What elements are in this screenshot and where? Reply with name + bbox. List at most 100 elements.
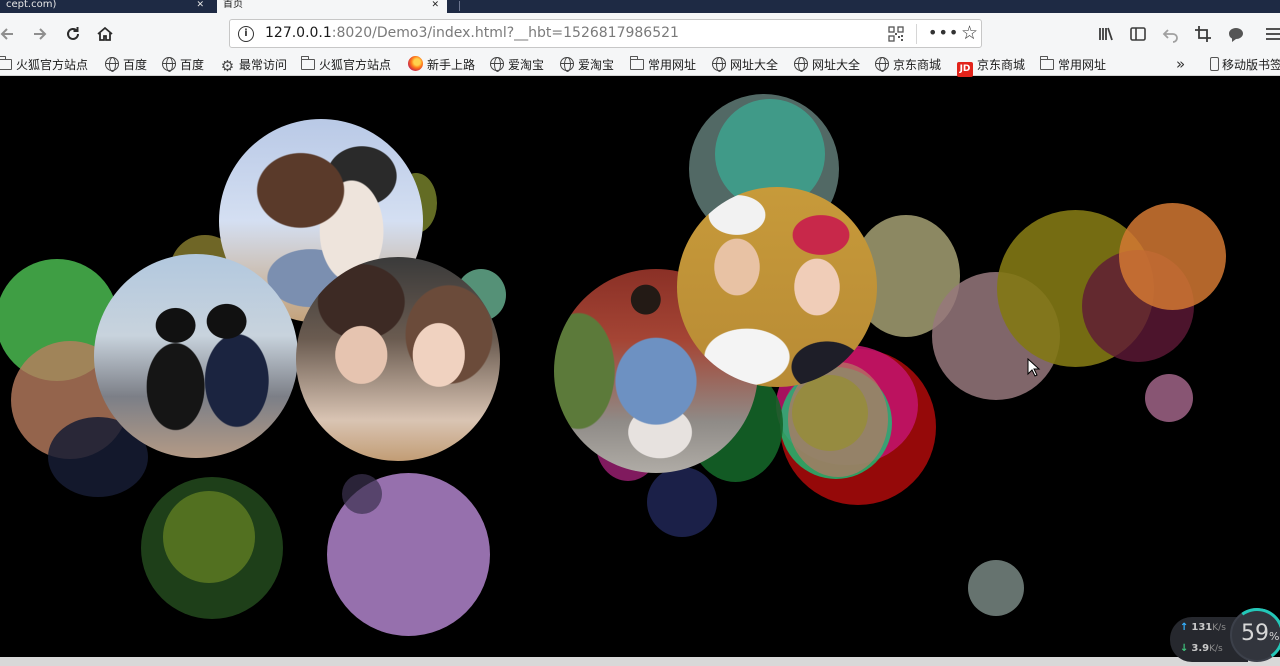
folder-icon [629, 56, 644, 70]
upload-value: 131 [1191, 622, 1213, 633]
bookmark-item[interactable]: 新手上路 [408, 56, 475, 74]
home-button[interactable] [92, 21, 118, 47]
bookmark-label: 百度 [123, 58, 148, 72]
mouse-cursor-icon [1027, 358, 1041, 377]
gear-icon: ⚙ [220, 57, 235, 75]
home-icon [97, 26, 113, 41]
bookmark-item[interactable]: 火狐官方站点 [300, 56, 392, 74]
photo-circle-couple-sitting [94, 254, 298, 458]
bookmark-item[interactable]: 爱淘宝 [560, 56, 614, 74]
tab-active[interactable]: 首页 ✕ [217, 0, 447, 13]
url-separator [916, 24, 917, 44]
tab-previous[interactable]: cept.com) ✕ [0, 0, 212, 13]
bookmark-label: 火狐官方站点 [16, 58, 89, 72]
tab-label: cept.com) [6, 0, 57, 10]
url-text[interactable]: 127.0.0.1:8020/Demo3/index.html?__hbt=15… [265, 25, 679, 41]
bookmark-label: 火狐官方站点 [319, 58, 392, 72]
close-icon[interactable]: ✕ [196, 0, 204, 10]
globe-icon [875, 57, 889, 72]
crop-icon [1195, 26, 1211, 42]
tab-strip: cept.com) ✕ 首页 ✕ [0, 0, 1280, 13]
bubble [342, 474, 382, 514]
bookmark-item[interactable]: 爱淘宝 [490, 56, 544, 74]
url-path: :8020/Demo3/index.html?__hbt=15268179865… [331, 25, 679, 41]
gauge-value: 59% [1241, 621, 1279, 646]
bookmark-item[interactable]: 火狐官方站点 [0, 56, 88, 74]
jd-logo-icon: JD [957, 62, 973, 77]
download-arrow-icon: ↓ [1180, 643, 1189, 654]
library-icon [1099, 27, 1113, 41]
forward-arrow-icon [34, 28, 47, 40]
browser-window: cept.com) ✕ 首页 ✕ i 127.0.0.1:8020/Demo3/… [0, 0, 1280, 666]
bookmark-item[interactable]: ⚙ 最常访问 [220, 56, 287, 74]
tab-divider [459, 1, 460, 11]
firefox-icon [408, 56, 423, 71]
page-actions-button[interactable]: ••• [928, 23, 959, 42]
globe-icon [794, 57, 808, 72]
globe-icon [712, 57, 726, 72]
download-unit: K/s [1209, 644, 1223, 654]
screenshot-button[interactable] [1190, 21, 1216, 47]
back-button[interactable] [0, 21, 20, 47]
chat-bubble-icon [1229, 28, 1243, 42]
folder-icon [1039, 56, 1054, 70]
download-value: 3.9 [1191, 643, 1210, 654]
gauge-percent: % [1269, 630, 1280, 643]
globe-icon [490, 57, 504, 72]
globe-icon [105, 57, 119, 72]
bubble [647, 467, 717, 537]
bookmark-item[interactable]: 百度 [162, 56, 204, 74]
bubble [792, 375, 868, 451]
close-icon[interactable]: ✕ [431, 0, 439, 10]
mobile-bookmarks[interactable]: 移动版书签 [1210, 56, 1280, 74]
bookmark-item[interactable]: 百度 [105, 56, 147, 74]
mobile-phone-icon [1210, 57, 1219, 71]
page-canvas [0, 77, 1280, 657]
reload-button[interactable] [60, 21, 86, 47]
tab-label: 首页 [223, 0, 243, 10]
globe-icon [560, 57, 574, 72]
upload-arrow-icon: ↑ [1180, 622, 1189, 633]
bookmark-label: 移动版书签 [1222, 58, 1280, 72]
undo-icon [1162, 29, 1178, 43]
bookmark-label: 网址大全 [812, 58, 861, 72]
bookmarks-toolbar: 火狐官方站点 百度 百度 ⚙ 最常访问 火狐官方站点 新手上路 爱淘宝 爱淘宝 常… [0, 54, 1280, 77]
bookmark-item[interactable]: 常用网址 [1039, 56, 1107, 74]
bookmark-item[interactable]: 网址大全 [794, 56, 860, 74]
bookmark-label: 新手上路 [427, 58, 476, 72]
bookmark-item[interactable]: JD 京东商城 [957, 56, 1026, 77]
folder-icon [0, 56, 12, 70]
bookmark-label: 常用网址 [648, 58, 697, 72]
bubble [1145, 374, 1193, 422]
undo-button[interactable] [1158, 21, 1184, 47]
bookmarks-overflow-button[interactable]: » [1176, 55, 1185, 73]
memory-gauge[interactable]: 59% [1225, 603, 1280, 666]
bubble [968, 560, 1024, 616]
qr-code-icon[interactable] [888, 26, 904, 42]
sidebar-button[interactable] [1125, 21, 1151, 47]
url-bar[interactable]: i 127.0.0.1:8020/Demo3/index.html?__hbt=… [229, 19, 982, 48]
sidebar-icon [1130, 27, 1146, 41]
folder-icon [300, 56, 315, 70]
status-strip [0, 657, 1280, 666]
bookmark-item[interactable]: 常用网址 [629, 56, 697, 74]
forward-button[interactable] [27, 21, 53, 47]
bubble [1119, 203, 1226, 310]
bookmark-star-icon[interactable]: ☆ [961, 22, 978, 44]
bookmark-label: 常用网址 [1058, 58, 1107, 72]
bookmark-label: 最常访问 [239, 58, 288, 72]
bookmark-item[interactable]: 京东商城 [875, 56, 941, 74]
bookmark-label: 网址大全 [730, 58, 779, 72]
hamburger-menu-icon [1266, 28, 1280, 40]
menu-button[interactable] [1260, 21, 1280, 47]
bookmark-label: 京东商城 [977, 58, 1026, 72]
reload-icon [67, 27, 79, 40]
library-button[interactable] [1093, 21, 1119, 47]
bookmark-item[interactable]: 网址大全 [712, 56, 778, 74]
navigation-toolbar: i 127.0.0.1:8020/Demo3/index.html?__hbt=… [0, 13, 1280, 54]
gauge-number: 59 [1241, 621, 1269, 646]
photo-circle-couple-selfie [296, 257, 500, 461]
chat-button[interactable] [1223, 21, 1249, 47]
bookmark-label: 爱淘宝 [578, 58, 615, 72]
site-info-icon[interactable]: i [238, 26, 254, 42]
